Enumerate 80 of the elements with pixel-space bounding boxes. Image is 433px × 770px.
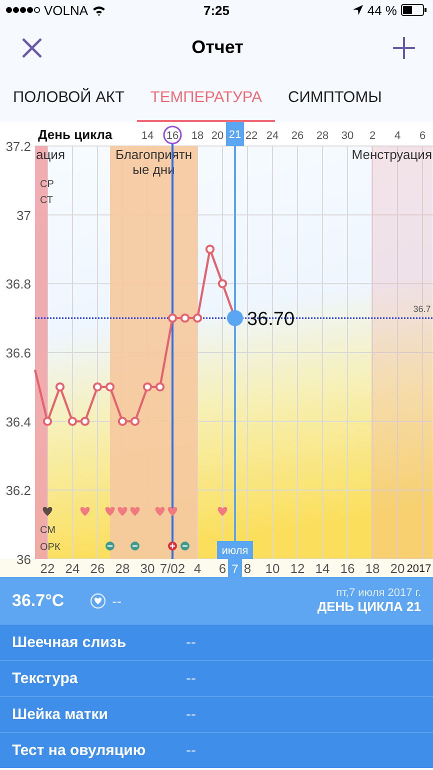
row-value: --: [186, 670, 196, 687]
tab[interactable]: СИМПТОМЫ: [275, 75, 395, 122]
cycle-day-label: 24: [266, 130, 279, 142]
axis-label: 37: [16, 208, 31, 223]
cycle-day-label: 20: [211, 130, 224, 142]
cycle-day-label: 6: [419, 130, 426, 142]
cycle-day-label: 22: [245, 130, 258, 142]
close-icon: [22, 38, 42, 58]
axis-title: День цикла: [38, 127, 112, 142]
year-label: 2017: [406, 563, 432, 575]
month-label: июля: [222, 545, 248, 557]
date-label: 24: [65, 561, 80, 576]
selected-month: [217, 541, 253, 559]
cycle-day-text: ДЕНЬ ЦИКЛА 21: [317, 599, 421, 614]
ovulation-marker-icon: [163, 126, 182, 144]
tab[interactable]: ПОЛОВОЙ АКТ: [0, 75, 138, 122]
detail-row[interactable]: Шеечная слизь --: [0, 624, 433, 660]
detail-row[interactable]: Тест на овуляцию --: [0, 732, 433, 768]
clock-time: 7:25: [202, 2, 231, 18]
date-label: 6: [218, 561, 226, 576]
heart-circle-icon: [90, 592, 106, 608]
axis-label: 36.4: [6, 414, 31, 430]
selected-cycle-day: [226, 122, 244, 146]
screen-title: Отчет: [192, 37, 244, 58]
detail-row[interactable]: Шейка матки --: [0, 696, 433, 732]
date-label: 22: [40, 561, 55, 576]
date-label: 8: [244, 561, 252, 576]
row-value: --: [186, 634, 196, 651]
date-label: 18: [365, 561, 380, 576]
wifi-icon: [92, 4, 106, 16]
battery-percent: 44 %: [367, 2, 397, 18]
row-value: --: [186, 742, 196, 759]
battery-icon: [401, 4, 427, 16]
cycle-day-label: 16: [166, 130, 179, 142]
cycle-day-label: 28: [316, 130, 329, 142]
row-value: --: [186, 706, 196, 723]
row-label: СР: [40, 179, 54, 190]
axis-label: 37.2: [6, 139, 31, 154]
cycle-day-label: 18: [191, 130, 204, 142]
axis-label: 36.8: [6, 276, 31, 292]
date-label: 12: [290, 561, 305, 576]
row-label: СТ: [40, 195, 53, 206]
detail-row[interactable]: Текстура --: [0, 660, 433, 696]
row-title: Шейка матки: [12, 706, 109, 723]
axis-label: 36: [16, 552, 31, 567]
row-title: Тест на овуляцию: [12, 742, 147, 759]
close-button[interactable]: [20, 36, 44, 60]
date-text: пт,7 июля 2017 г.: [336, 587, 421, 599]
selected-value: 36.70: [247, 309, 295, 330]
band-label: Менструация: [352, 147, 432, 162]
cycle-day-label: 4: [394, 130, 401, 142]
carrier-name: VOLNA: [44, 2, 88, 18]
plus-icon: [392, 36, 415, 58]
reference-label: 36.7: [413, 304, 431, 314]
row-label: СМ: [40, 525, 56, 536]
intercourse-value: --: [112, 592, 122, 608]
date-label: 10: [265, 561, 280, 576]
axis-label: 36.2: [6, 483, 31, 498]
date-label: 26: [90, 561, 105, 576]
date-label: 4: [194, 561, 202, 576]
date-label: 14: [315, 561, 330, 576]
cycle-day-label: 21: [228, 129, 242, 141]
band-label: ация: [36, 147, 65, 162]
row-title: Шеечная слизь: [12, 634, 128, 651]
date-label: 30: [140, 561, 155, 576]
date-label: 20: [390, 561, 405, 576]
add-button[interactable]: [390, 34, 417, 60]
date-label: 7/02: [160, 561, 186, 576]
cycle-day-label: 2: [369, 130, 376, 142]
row-title: Текстура: [12, 670, 79, 687]
date-label: 28: [115, 561, 130, 576]
cycle-day-label: 30: [341, 130, 354, 142]
cycle-day-label: 26: [291, 130, 304, 142]
cycle-day-label: 14: [141, 130, 154, 142]
temperature-value: 36.7°C: [12, 590, 64, 610]
location-arrow-icon: [353, 5, 364, 15]
date-label: 16: [340, 561, 355, 576]
signal-icon: [6, 7, 40, 13]
date-label: 7: [232, 562, 238, 576]
axis-label: 36.6: [6, 346, 31, 360]
